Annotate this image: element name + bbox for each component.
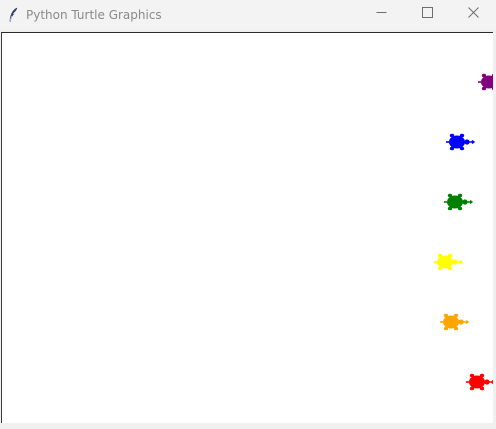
close-icon bbox=[467, 3, 479, 22]
turtle-orange bbox=[438, 310, 474, 334]
turtle-yellow bbox=[432, 250, 468, 274]
maximize-icon bbox=[421, 3, 433, 22]
feather-icon bbox=[6, 7, 20, 23]
close-button[interactable] bbox=[450, 0, 496, 24]
minimize-icon bbox=[376, 3, 387, 22]
turtle-red bbox=[464, 370, 493, 394]
canvas-frame bbox=[0, 30, 496, 429]
turtle-green bbox=[442, 190, 478, 214]
turtle-blue bbox=[444, 130, 480, 154]
turtle-purple bbox=[476, 70, 493, 94]
window-controls bbox=[358, 0, 496, 24]
maximize-button[interactable] bbox=[404, 0, 450, 24]
turtle-window: Python Turtle Graphics bbox=[0, 0, 496, 429]
title-bar[interactable]: Python Turtle Graphics bbox=[0, 0, 496, 30]
turtle-canvas[interactable] bbox=[1, 32, 493, 423]
minimize-button[interactable] bbox=[358, 0, 404, 24]
window-title: Python Turtle Graphics bbox=[26, 8, 162, 22]
